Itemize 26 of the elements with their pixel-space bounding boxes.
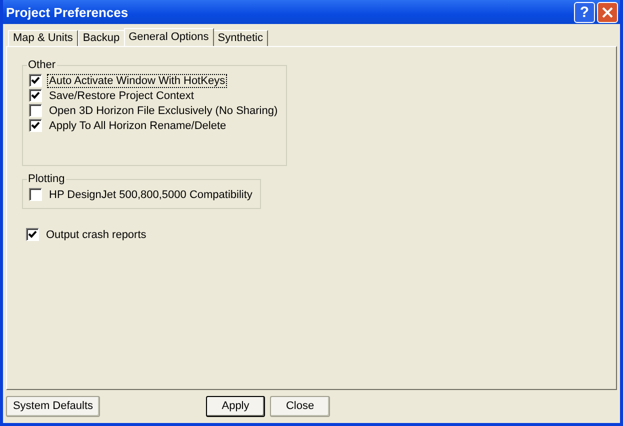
checkbox[interactable] bbox=[26, 228, 39, 241]
checkbox-label: Open 3D Horizon File Exclusively (No Sharing) bbox=[48, 104, 279, 118]
help-button[interactable]: ? bbox=[574, 2, 595, 22]
dialog-button[interactable]: Close bbox=[270, 396, 330, 416]
checkbox-label: Output crash reports bbox=[45, 228, 148, 242]
checkmark-icon bbox=[31, 121, 40, 130]
checkmark-icon bbox=[28, 230, 37, 239]
group-title: Plotting bbox=[27, 173, 66, 185]
tab[interactable]: Backup bbox=[78, 30, 125, 46]
checkbox-label: Apply To All Horizon Rename/Delete bbox=[48, 118, 228, 132]
dialog-button[interactable]: Apply bbox=[206, 396, 265, 416]
tab[interactable]: Synthetic bbox=[212, 30, 268, 46]
checkbox-label: HP DesignJet 500,800,5000 Compatibility bbox=[48, 188, 254, 202]
checkbox[interactable] bbox=[29, 74, 42, 87]
dialog-button[interactable]: System Defaults bbox=[6, 396, 100, 416]
window-title: Project Preferences bbox=[6, 4, 130, 20]
tab[interactable]: Map & Units bbox=[8, 30, 78, 46]
checkbox[interactable] bbox=[29, 188, 42, 201]
group-title: Other bbox=[27, 59, 57, 71]
tab[interactable]: General Options bbox=[124, 28, 214, 46]
checkbox[interactable] bbox=[29, 104, 42, 117]
close-icon[interactable] bbox=[597, 2, 618, 22]
checkbox[interactable] bbox=[29, 89, 42, 102]
checkbox[interactable] bbox=[29, 119, 42, 132]
checkbox-label: Save/Restore Project Context bbox=[48, 88, 195, 102]
checkbox-label: Auto Activate Window With HotKeys bbox=[47, 74, 228, 88]
